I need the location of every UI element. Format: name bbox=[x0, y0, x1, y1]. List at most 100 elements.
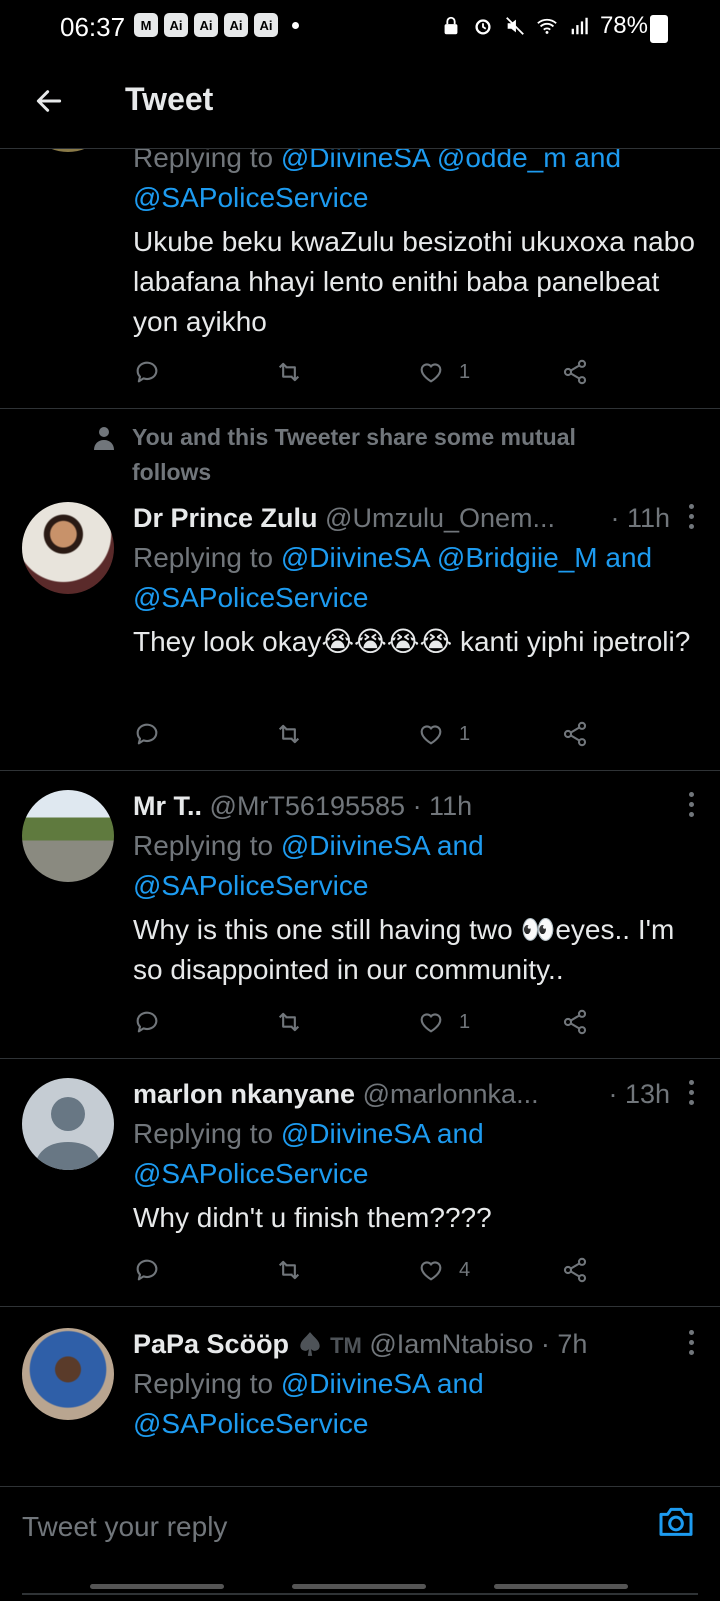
nav-gesture-handle[interactable] bbox=[292, 1584, 426, 1589]
display-name[interactable]: marlon nkanyane bbox=[133, 1079, 355, 1109]
share-button[interactable] bbox=[561, 352, 589, 392]
more-icon bbox=[688, 792, 694, 797]
like-button[interactable]: 4 bbox=[417, 1250, 470, 1290]
nav-gesture-handle[interactable] bbox=[494, 1584, 628, 1589]
share-button[interactable] bbox=[561, 1250, 589, 1290]
mention-link[interactable]: @SAPoliceService bbox=[133, 1408, 368, 1439]
share-icon bbox=[563, 721, 587, 747]
user-handle[interactable]: @marlonnka... bbox=[363, 1079, 539, 1109]
nav-gesture-handle[interactable] bbox=[90, 1584, 224, 1589]
user-handle[interactable]: @IamNtabiso bbox=[369, 1329, 533, 1359]
tweet-time: · 13h bbox=[608, 1079, 670, 1109]
status-bar: 06:37 M Ai Ai Ai Ai 78% bbox=[0, 0, 720, 56]
input-underline bbox=[22, 1593, 698, 1595]
avatar[interactable] bbox=[22, 502, 114, 594]
more-options-button[interactable] bbox=[686, 504, 696, 529]
display-name[interactable]: Dr Prince Zulu bbox=[133, 503, 318, 533]
like-button[interactable]: 1 bbox=[417, 714, 470, 754]
reply-input[interactable]: Tweet your reply bbox=[22, 1511, 227, 1543]
back-arrow-icon bbox=[36, 90, 62, 112]
mute-icon bbox=[506, 17, 524, 35]
share-icon bbox=[563, 359, 587, 385]
battery-icon bbox=[650, 15, 668, 43]
back-button[interactable] bbox=[24, 76, 74, 126]
replies-feed[interactable]: Replying to @DiivineSA @odde_m and @SAPo… bbox=[0, 148, 720, 1486]
display-name[interactable]: Mr T.. bbox=[133, 791, 202, 821]
more-options-button[interactable] bbox=[686, 1330, 696, 1355]
notification-chip: M bbox=[134, 13, 158, 37]
social-context: You and this Tweeter share some mutual f… bbox=[93, 420, 660, 490]
notification-chip: Ai bbox=[254, 13, 278, 37]
mention-link[interactable]: @DiivineSA bbox=[281, 830, 429, 861]
notification-icons: M Ai Ai Ai Ai bbox=[134, 13, 299, 37]
mention-link[interactable]: @SAPoliceService bbox=[133, 1158, 368, 1189]
like-icon bbox=[420, 725, 442, 745]
like-button[interactable]: 1 bbox=[417, 352, 470, 392]
tweet-text: They look okay😭😭😭😭 kanti yiphi ipetroli? bbox=[133, 626, 691, 657]
share-icon bbox=[563, 1009, 587, 1035]
default-avatar-icon bbox=[34, 1097, 102, 1170]
user-handle[interactable]: @MrT56195585 bbox=[210, 791, 406, 821]
reply-button[interactable] bbox=[133, 352, 161, 392]
tweet[interactable]: PaPa Scööp TM @IamNtabiso · 7h Replying … bbox=[0, 1306, 720, 1486]
retweet-button[interactable] bbox=[275, 1002, 303, 1042]
mention-link[interactable]: @SAPoliceService bbox=[133, 182, 368, 213]
share-button[interactable] bbox=[561, 1002, 589, 1042]
tweet[interactable]: Replying to @DiivineSA @odde_m and @SAPo… bbox=[0, 148, 720, 409]
more-icon bbox=[688, 1080, 694, 1085]
share-button[interactable] bbox=[561, 714, 589, 754]
mention-link[interactable]: @DiivineSA bbox=[281, 1118, 429, 1149]
tweet[interactable]: Mr T.. @MrT56195585 · 11h Replying to @D… bbox=[0, 770, 720, 1059]
retweet-icon bbox=[278, 1260, 300, 1280]
more-options-button[interactable] bbox=[686, 1080, 696, 1105]
like-button[interactable]: 1 bbox=[417, 1002, 470, 1042]
spade-icon bbox=[299, 1332, 320, 1356]
avatar[interactable] bbox=[22, 1078, 114, 1170]
mention-link[interactable]: @odde_m bbox=[437, 148, 567, 173]
retweet-button[interactable] bbox=[275, 352, 303, 392]
top-app-bar: Tweet bbox=[0, 56, 720, 149]
more-icon bbox=[688, 504, 694, 509]
reply-icon bbox=[136, 723, 158, 745]
reply-context: Replying to @DiivineSA @odde_m and @SAPo… bbox=[133, 148, 700, 218]
mention-link[interactable]: @SAPoliceService bbox=[133, 582, 368, 613]
camera-icon bbox=[659, 1507, 693, 1536]
mention-link[interactable]: @DiivineSA bbox=[281, 148, 429, 173]
like-count: 1 bbox=[459, 1010, 471, 1033]
display-name[interactable]: PaPa Scööp bbox=[133, 1329, 289, 1359]
tweet[interactable]: marlon nkanyane @marlonnka... · 13h Repl… bbox=[0, 1058, 720, 1307]
reply-context: Replying to @DiivineSA and @SAPoliceServ… bbox=[133, 1368, 484, 1439]
avatar[interactable] bbox=[22, 1328, 114, 1420]
notification-chip: Ai bbox=[194, 13, 218, 37]
retweet-button[interactable] bbox=[275, 1250, 303, 1290]
tweet-time: · 11h bbox=[610, 503, 670, 533]
status-time: 06:37 bbox=[60, 12, 126, 42]
mention-link[interactable]: @SAPoliceService bbox=[133, 870, 368, 901]
mention-link[interactable]: @Bridgiie_M bbox=[437, 542, 598, 573]
share-icon bbox=[563, 1257, 587, 1283]
like-count: 1 bbox=[459, 722, 471, 745]
reply-button[interactable] bbox=[133, 1002, 161, 1042]
more-options-button[interactable] bbox=[686, 792, 696, 817]
system-icons: 78% bbox=[440, 12, 648, 40]
reply-icon bbox=[136, 1011, 158, 1033]
tweet-header: PaPa Scööp TM @IamNtabiso · 7h bbox=[133, 1324, 700, 1364]
retweet-button[interactable] bbox=[275, 714, 303, 754]
avatar[interactable] bbox=[22, 790, 114, 882]
mention-link[interactable]: @DiivineSA bbox=[281, 1368, 429, 1399]
reply-button[interactable] bbox=[133, 1250, 161, 1290]
tweet[interactable]: You and this Tweeter share some mutual f… bbox=[0, 408, 720, 771]
tweet-text: Ukube beku kwaZulu besizothi ukuxoxa nab… bbox=[133, 226, 695, 337]
reply-button[interactable] bbox=[133, 714, 161, 754]
tweet-text: Why didn't u finish them???? bbox=[133, 1202, 492, 1233]
alarm-icon bbox=[475, 19, 491, 35]
mention-link[interactable]: @DiivineSA bbox=[281, 542, 429, 573]
name-badge: TM bbox=[330, 1333, 362, 1358]
tweet-actions: 1 bbox=[133, 352, 613, 392]
person-icon bbox=[94, 427, 114, 450]
reply-icon bbox=[136, 361, 158, 383]
like-icon bbox=[420, 1261, 442, 1281]
camera-button[interactable] bbox=[656, 1501, 696, 1541]
tweet-actions: 1 bbox=[133, 714, 613, 754]
user-handle[interactable]: @Umzulu_Onem... bbox=[325, 503, 555, 533]
